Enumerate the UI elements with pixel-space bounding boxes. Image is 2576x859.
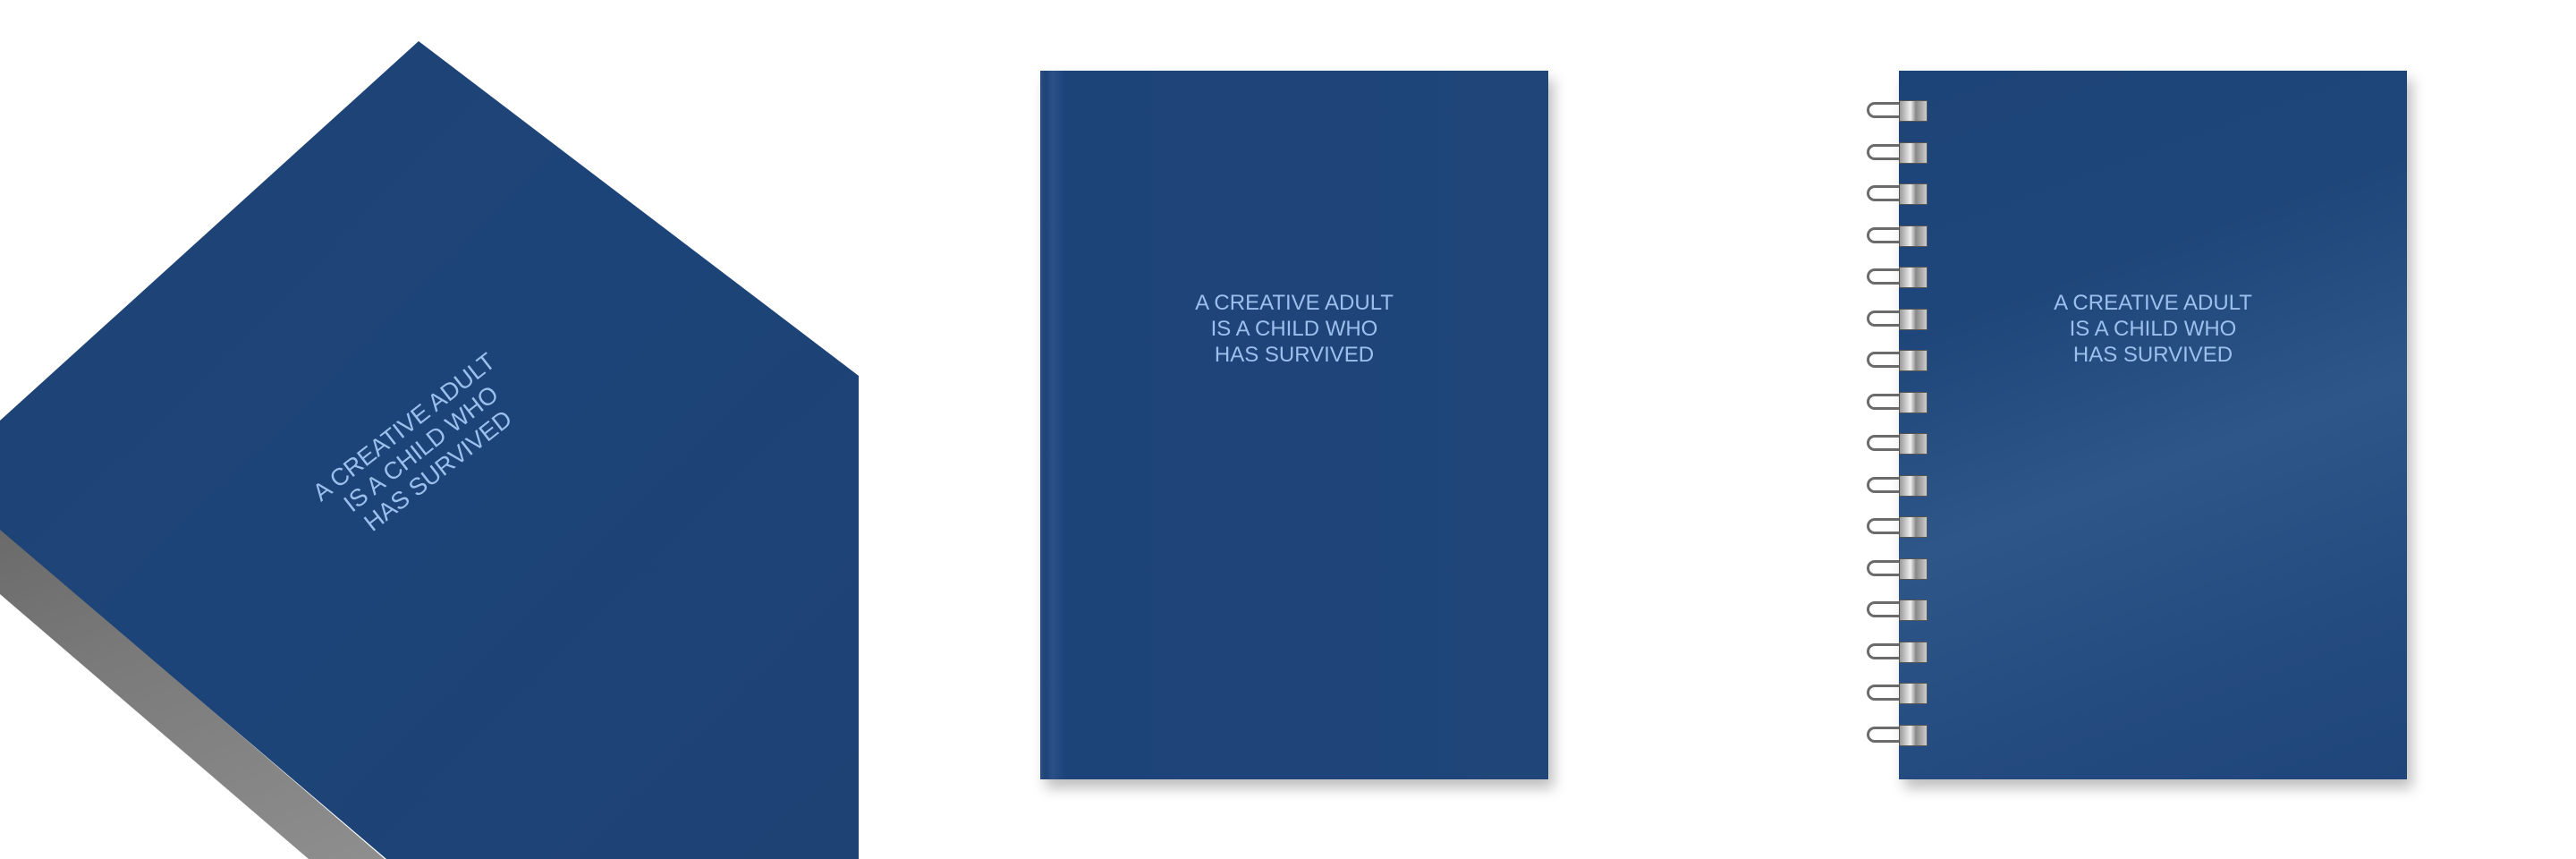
spiral-ring-icon [1867, 641, 1928, 663]
angled-notebook-view: A CREATIVE ADULT IS A CHILD WHO HAS SURV… [0, 0, 859, 859]
spiral-ring-icon [1867, 474, 1928, 497]
quote-line: HAS SURVIVED [2072, 343, 2233, 367]
hardcover-notebook: A CREATIVE ADULT IS A CHILD WHO HAS SURV… [1040, 71, 1548, 779]
spiral-notebook: A CREATIVE ADULT IS A CHILD WHO HAS SURV… [1899, 71, 2407, 779]
cover-quote: A CREATIVE ADULT IS A CHILD WHO HAS SURV… [1040, 290, 1548, 368]
spiral-ring-icon [1867, 100, 1928, 122]
spiral-ring-icon [1867, 391, 1928, 413]
spiral-ring-icon [1867, 433, 1928, 455]
quote-line: IS A CHILD WHO [1210, 317, 1378, 341]
spiral-ring-icon [1867, 724, 1928, 746]
cover-quote: A CREATIVE ADULT IS A CHILD WHO HAS SURV… [1899, 290, 2407, 368]
spiral-ring-icon [1867, 683, 1928, 704]
quote-line: A CREATIVE ADULT [1195, 291, 1394, 315]
spiral-ring-icon [1867, 557, 1928, 580]
spiral-ring-icon [1867, 183, 1928, 205]
quote-line: HAS SURVIVED [1214, 343, 1375, 367]
quote-line: IS A CHILD WHO [2069, 317, 2237, 341]
quote-line: A CREATIVE ADULT [2054, 291, 2252, 315]
spiral-ring-icon [1867, 225, 1928, 247]
spiral-ring-icon [1867, 308, 1928, 330]
spiral-ring-icon [1867, 267, 1928, 288]
spiral-ring-icon [1867, 141, 1928, 164]
spiral-ring-icon [1867, 600, 1928, 621]
spiral-ring-icon [1867, 350, 1928, 371]
spiral-ring-icon [1867, 516, 1928, 538]
